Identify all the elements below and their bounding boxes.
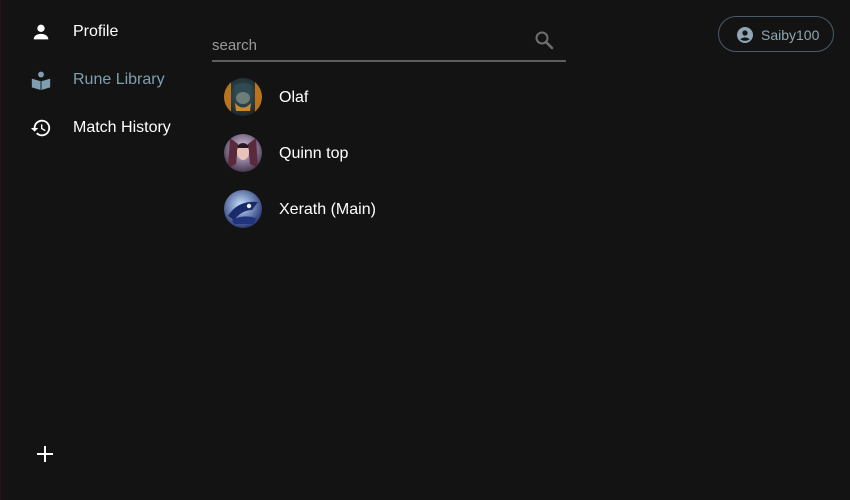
rune-page-name: Xerath (Main): [279, 201, 376, 218]
sidebar-item-match-history[interactable]: Match History: [0, 108, 200, 148]
search-bar: [212, 26, 566, 62]
rune-page-name: Quinn top: [279, 145, 349, 162]
app-window: Profile Rune Library Match History searc…: [0, 0, 850, 500]
person-icon: [29, 20, 53, 44]
list-item[interactable]: Xerath (Main): [212, 182, 566, 238]
account-circle-icon: [736, 26, 754, 44]
list-item[interactable]: Olaf: [212, 70, 566, 126]
sidebar-item-label: Rune Library: [73, 71, 165, 88]
book-icon: [29, 68, 53, 92]
list-item[interactable]: Quinn top: [212, 126, 566, 182]
search-icon[interactable]: [532, 28, 556, 52]
olaf-avatar: [224, 78, 262, 116]
sidebar-item-label: Profile: [73, 23, 119, 40]
history-icon: [29, 116, 53, 140]
xerath-avatar: [224, 190, 262, 228]
sidebar-item-profile[interactable]: Profile: [0, 12, 200, 52]
account-button[interactable]: Saiby100: [718, 16, 834, 52]
add-rune-page-button[interactable]: [33, 444, 57, 468]
search-input[interactable]: [212, 34, 522, 56]
sidebar: Profile Rune Library Match History: [0, 0, 200, 500]
quinn-avatar: [224, 134, 262, 172]
plus-icon: [37, 445, 53, 467]
sidebar-item-label: Match History: [73, 119, 171, 136]
sidebar-item-rune-library[interactable]: Rune Library: [0, 60, 200, 100]
rune-page-name: Olaf: [279, 89, 309, 106]
account-username: Saiby100: [761, 27, 820, 43]
